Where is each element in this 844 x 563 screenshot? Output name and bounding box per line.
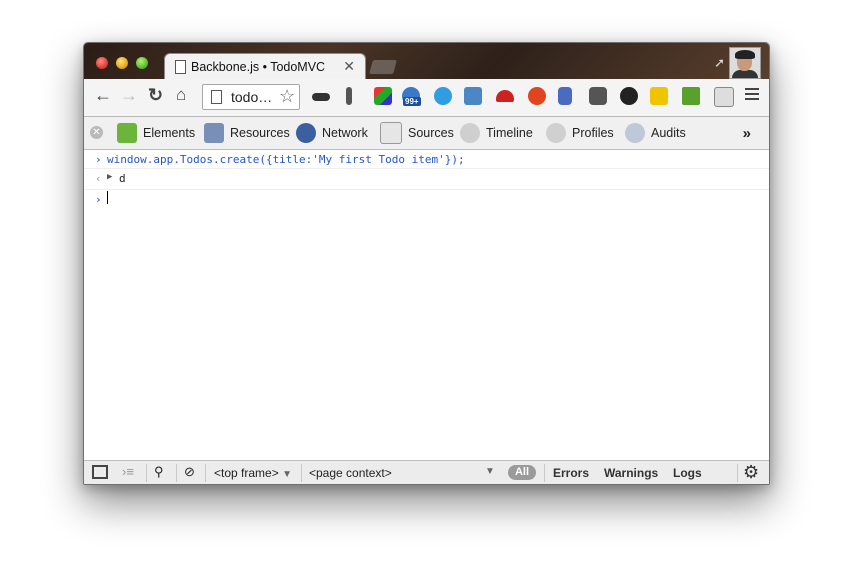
- search-icon[interactable]: ⚲: [154, 464, 164, 480]
- badge-extension-icon[interactable]: 99+: [402, 87, 421, 106]
- elements-icon: [117, 123, 137, 143]
- page-icon: [175, 60, 186, 74]
- lr-extension-icon[interactable]: [714, 87, 734, 107]
- home-icon[interactable]: ⌂: [176, 85, 186, 105]
- filter-logs-button[interactable]: Logs: [673, 466, 702, 480]
- text-caret: [107, 191, 108, 204]
- console-result-object[interactable]: d: [119, 172, 126, 185]
- tab-profiles[interactable]: Profiles: [546, 117, 614, 149]
- reload-icon[interactable]: ↻: [148, 85, 163, 106]
- tab-profiles-label: Profiles: [572, 126, 614, 140]
- console-command: window.app.Todos.create({title:'My first…: [107, 153, 465, 166]
- download-extension-icon[interactable]: [682, 87, 700, 105]
- pinwheel-extension-icon[interactable]: [374, 87, 392, 105]
- tab-audits-label: Audits: [651, 126, 686, 140]
- tab-elements[interactable]: Elements: [117, 117, 195, 149]
- close-window-button[interactable]: [96, 57, 108, 69]
- dots-extension-icon[interactable]: [650, 87, 668, 105]
- tab-close-icon[interactable]: ✕: [343, 58, 355, 75]
- pocket-extension-icon[interactable]: [589, 87, 607, 105]
- zoom-window-button[interactable]: [136, 57, 148, 69]
- prompt-chevron-icon: ›: [95, 193, 102, 206]
- tab-network[interactable]: Network: [296, 117, 368, 149]
- context-select[interactable]: <page context> ▼: [309, 466, 499, 480]
- browser-toolbar: ← → ↻ ⌂ todo… ☆ 99+: [84, 79, 769, 117]
- page-icon: [211, 90, 222, 104]
- tab-elements-label: Elements: [143, 126, 196, 140]
- chevron-down-icon: ▼: [485, 466, 495, 477]
- filter-errors-button[interactable]: Errors: [553, 466, 589, 480]
- sources-icon: [380, 122, 402, 144]
- tab-resources[interactable]: Resources: [204, 117, 290, 149]
- tab-network-label: Network: [322, 126, 368, 140]
- profiles-icon: [546, 123, 566, 143]
- console-input-line: › window.app.Todos.create({title:'My fir…: [84, 150, 769, 169]
- new-tab-button[interactable]: [367, 59, 399, 75]
- screen-extension-icon[interactable]: [464, 87, 482, 105]
- title-bar: Backbone.js • TodoMVC ✕ ➚: [84, 43, 769, 80]
- more-tabs-chevron-icon[interactable]: »: [743, 125, 751, 142]
- devtools-status-bar: ›≡ ⚲ ⊘ <top frame> ▼ <page context> ▼ Al…: [84, 460, 769, 484]
- forward-arrow-icon[interactable]: →: [120, 85, 138, 106]
- sofa-extension-icon[interactable]: [496, 90, 514, 102]
- tie-extension-icon[interactable]: [346, 87, 352, 105]
- timeline-icon: [460, 123, 480, 143]
- console-result-line: ‹ ▶ d: [84, 169, 769, 190]
- tab-sources[interactable]: Sources: [380, 117, 454, 149]
- github-extension-icon[interactable]: [620, 87, 638, 105]
- database-extension-icon[interactable]: [558, 87, 572, 105]
- result-chevron-icon: ‹: [95, 172, 102, 185]
- address-bar[interactable]: todo… ☆: [202, 84, 300, 110]
- dock-icon[interactable]: [92, 465, 108, 479]
- bookmark-star-icon[interactable]: ☆: [279, 86, 295, 107]
- address-bar-url: todo…: [231, 89, 273, 105]
- tab-resources-label: Resources: [230, 126, 290, 140]
- clear-console-icon[interactable]: ⊘: [184, 464, 195, 480]
- tab-timeline[interactable]: Timeline: [460, 117, 533, 149]
- devtools-close-icon[interactable]: ✕: [90, 126, 103, 139]
- menu-icon[interactable]: [745, 88, 759, 103]
- pointer-icon: ➚: [714, 55, 725, 70]
- audits-icon: [625, 123, 645, 143]
- stop-extension-icon[interactable]: [528, 87, 546, 105]
- prompt-chevron-icon: ›: [95, 153, 102, 166]
- tab-timeline-label: Timeline: [486, 126, 533, 140]
- minimize-window-button[interactable]: [116, 57, 128, 69]
- console-panel[interactable]: › window.app.Todos.create({title:'My fir…: [84, 150, 769, 460]
- frame-select[interactable]: <top frame> ▼: [214, 466, 292, 480]
- settings-gear-icon[interactable]: ⚙: [743, 462, 759, 483]
- filter-warnings-button[interactable]: Warnings: [604, 466, 658, 480]
- context-select-value: <page context>: [309, 466, 392, 480]
- tab-title: Backbone.js • TodoMVC: [191, 60, 326, 74]
- browser-window: Backbone.js • TodoMVC ✕ ➚ ← → ↻ ⌂ todo… …: [83, 42, 770, 485]
- console-drawer-icon[interactable]: ›≡: [122, 464, 134, 479]
- chevron-down-icon: ▼: [282, 469, 292, 480]
- devtools-tab-bar: ✕ Elements Resources Network Sources Tim…: [84, 117, 769, 150]
- tab-audits[interactable]: Audits: [625, 117, 686, 149]
- filter-all-button[interactable]: All: [508, 465, 536, 480]
- network-icon: [296, 123, 316, 143]
- resources-icon: [204, 123, 224, 143]
- gear-extension-icon[interactable]: [434, 87, 452, 105]
- tab-sources-label: Sources: [408, 126, 454, 140]
- mask-extension-icon[interactable]: [312, 93, 330, 101]
- profile-avatar[interactable]: [729, 47, 761, 79]
- expand-triangle-icon[interactable]: ▶: [107, 172, 112, 182]
- back-arrow-icon[interactable]: ←: [94, 85, 112, 106]
- browser-tab[interactable]: Backbone.js • TodoMVC ✕: [164, 53, 366, 80]
- console-prompt-line[interactable]: ›: [84, 190, 769, 208]
- frame-select-value: <top frame>: [214, 466, 279, 480]
